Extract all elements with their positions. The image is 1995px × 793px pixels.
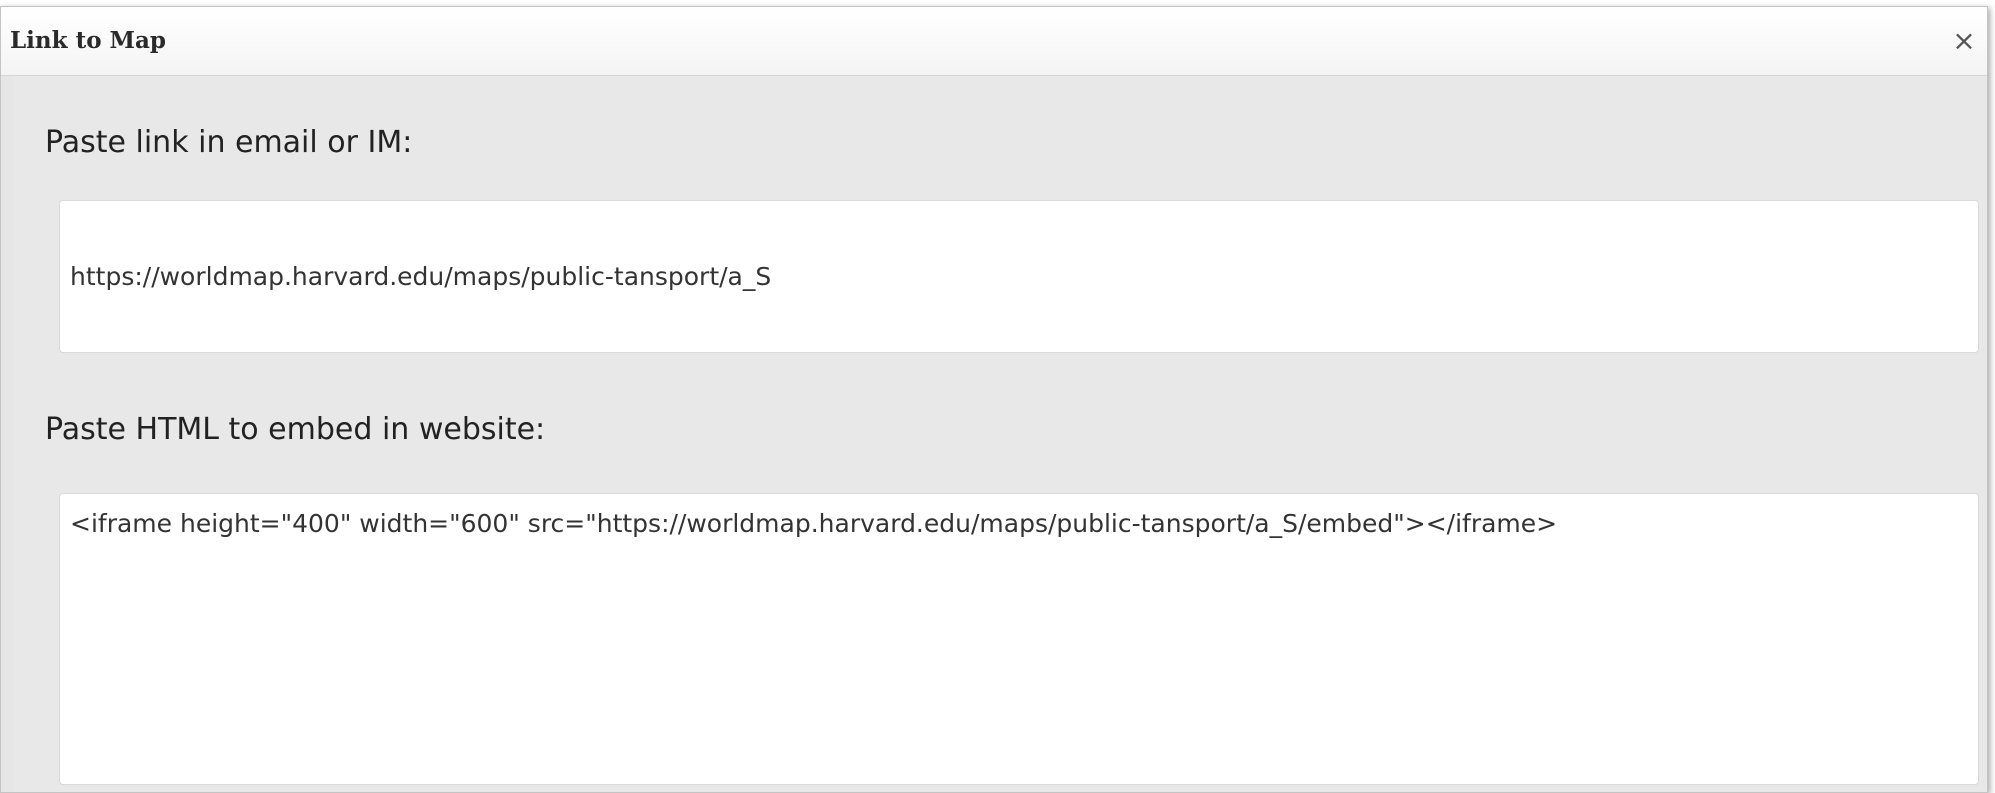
dialog-body: Paste link in email or IM: Paste HTML to…: [13, 76, 1987, 792]
dialog-titlebar[interactable]: Link to Map ×: [1, 7, 1987, 76]
embed-label: Paste HTML to embed in website:: [45, 412, 546, 447]
link-to-map-dialog: Link to Map × Paste link in email or IM:…: [0, 6, 1988, 793]
link-label: Paste link in email or IM:: [45, 125, 413, 160]
dialog-title: Link to Map: [10, 27, 166, 54]
embed-html-field[interactable]: <iframe height="400" width="600" src="ht…: [59, 493, 1979, 785]
link-field[interactable]: [59, 200, 1979, 353]
close-icon[interactable]: ×: [1949, 24, 1979, 57]
